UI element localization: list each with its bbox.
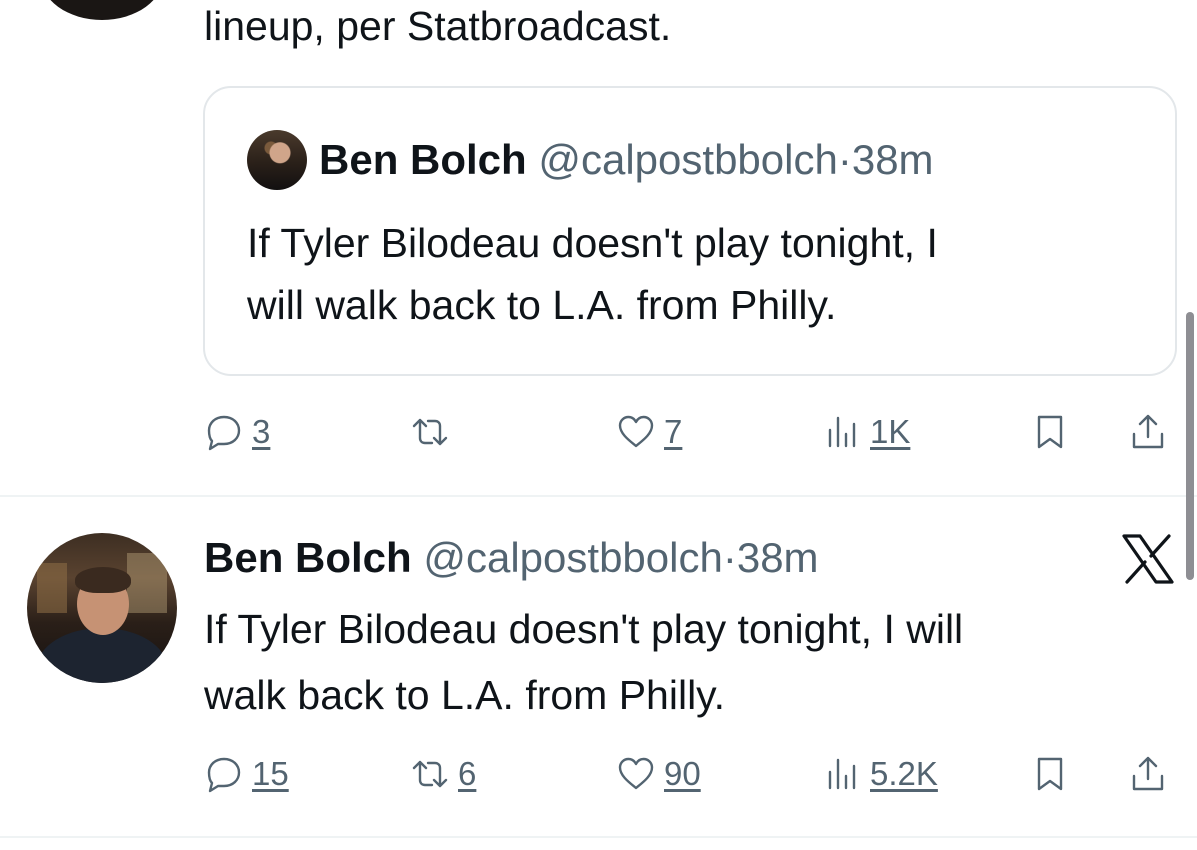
share-icon <box>1132 756 1164 791</box>
quoted-tweet-line-1: If Tyler Bilodeau doesn't play tonight, … <box>247 220 938 266</box>
like-button[interactable]: 90 <box>616 744 701 804</box>
views-count: 1K <box>870 413 911 450</box>
share-icon <box>1132 414 1164 449</box>
views-count: 5.2K <box>870 755 938 792</box>
quoted-tweet-card[interactable]: Ben Bolch @calpostbbolch·38m If Tyler Bi… <box>203 86 1177 376</box>
previous-author-avatar[interactable] <box>40 0 164 20</box>
reply-button[interactable]: 3 <box>204 402 270 462</box>
repost-icon <box>412 760 448 788</box>
bookmark-button[interactable] <box>1030 744 1070 804</box>
like-icon <box>618 415 654 448</box>
quoted-separator: · <box>837 136 852 183</box>
author-avatar[interactable] <box>27 533 177 683</box>
like-icon <box>618 757 654 790</box>
author-name[interactable]: Ben Bolch <box>204 534 412 581</box>
quoted-tweet-line-2: will walk back to L.A. from Philly. <box>247 282 837 328</box>
tweet-text: If Tyler Bilodeau doesn't play tonight, … <box>204 596 1174 728</box>
quoted-timestamp[interactable]: 38m <box>852 136 934 183</box>
reply-count: 15 <box>252 755 289 792</box>
views-button[interactable]: 1K <box>822 402 910 462</box>
quoted-author-avatar[interactable] <box>247 130 307 190</box>
reply-icon <box>207 757 241 793</box>
tweet-divider <box>0 495 1197 497</box>
scrollbar-thumb[interactable] <box>1186 312 1194 580</box>
share-button[interactable] <box>1128 744 1168 804</box>
tweet-divider-bottom <box>0 836 1197 838</box>
quoted-author-name[interactable]: Ben Bolch <box>319 136 527 183</box>
author-handle[interactable]: @calpostbbolch <box>423 534 722 581</box>
bookmark-icon <box>1037 757 1063 791</box>
reply-count: 3 <box>252 413 271 450</box>
previous-tweet-action-bar: 3 7 1K <box>204 402 1174 462</box>
quoted-tweet-header: Ben Bolch @calpostbbolch·38m <box>319 132 934 188</box>
bookmark-button[interactable] <box>1030 402 1070 462</box>
like-count: 7 <box>664 413 683 450</box>
x-logo-icon[interactable] <box>1122 534 1174 584</box>
timestamp-separator: · <box>722 534 737 581</box>
like-count: 90 <box>664 755 701 792</box>
reply-button[interactable]: 15 <box>204 744 289 804</box>
repost-icon <box>412 418 448 446</box>
tweet-line-2: walk back to L.A. from Philly. <box>204 672 726 718</box>
views-icon <box>828 758 856 790</box>
share-button[interactable] <box>1128 402 1168 462</box>
views-button[interactable]: 5.2K <box>822 744 938 804</box>
bookmark-icon <box>1037 415 1063 449</box>
quoted-tweet-text: If Tyler Bilodeau doesn't play tonight, … <box>247 212 1147 336</box>
tweet-header: Ben Bolch @calpostbbolch·38m <box>204 530 819 586</box>
quoted-author-handle[interactable]: @calpostbbolch <box>538 136 837 183</box>
views-icon <box>828 416 856 448</box>
like-button[interactable]: 7 <box>616 402 682 462</box>
repost-button[interactable] <box>410 402 458 462</box>
tweet-line-1: If Tyler Bilodeau doesn't play tonight, … <box>204 606 964 652</box>
tweet-timestamp[interactable]: 38m <box>737 534 819 581</box>
previous-tweet-text: lineup, per Statbroadcast. <box>204 3 672 49</box>
reply-icon <box>207 415 241 451</box>
repost-button[interactable]: 6 <box>410 744 476 804</box>
repost-count: 6 <box>458 755 477 792</box>
tweet-action-bar: 15 6 90 5.2K <box>204 744 1174 804</box>
